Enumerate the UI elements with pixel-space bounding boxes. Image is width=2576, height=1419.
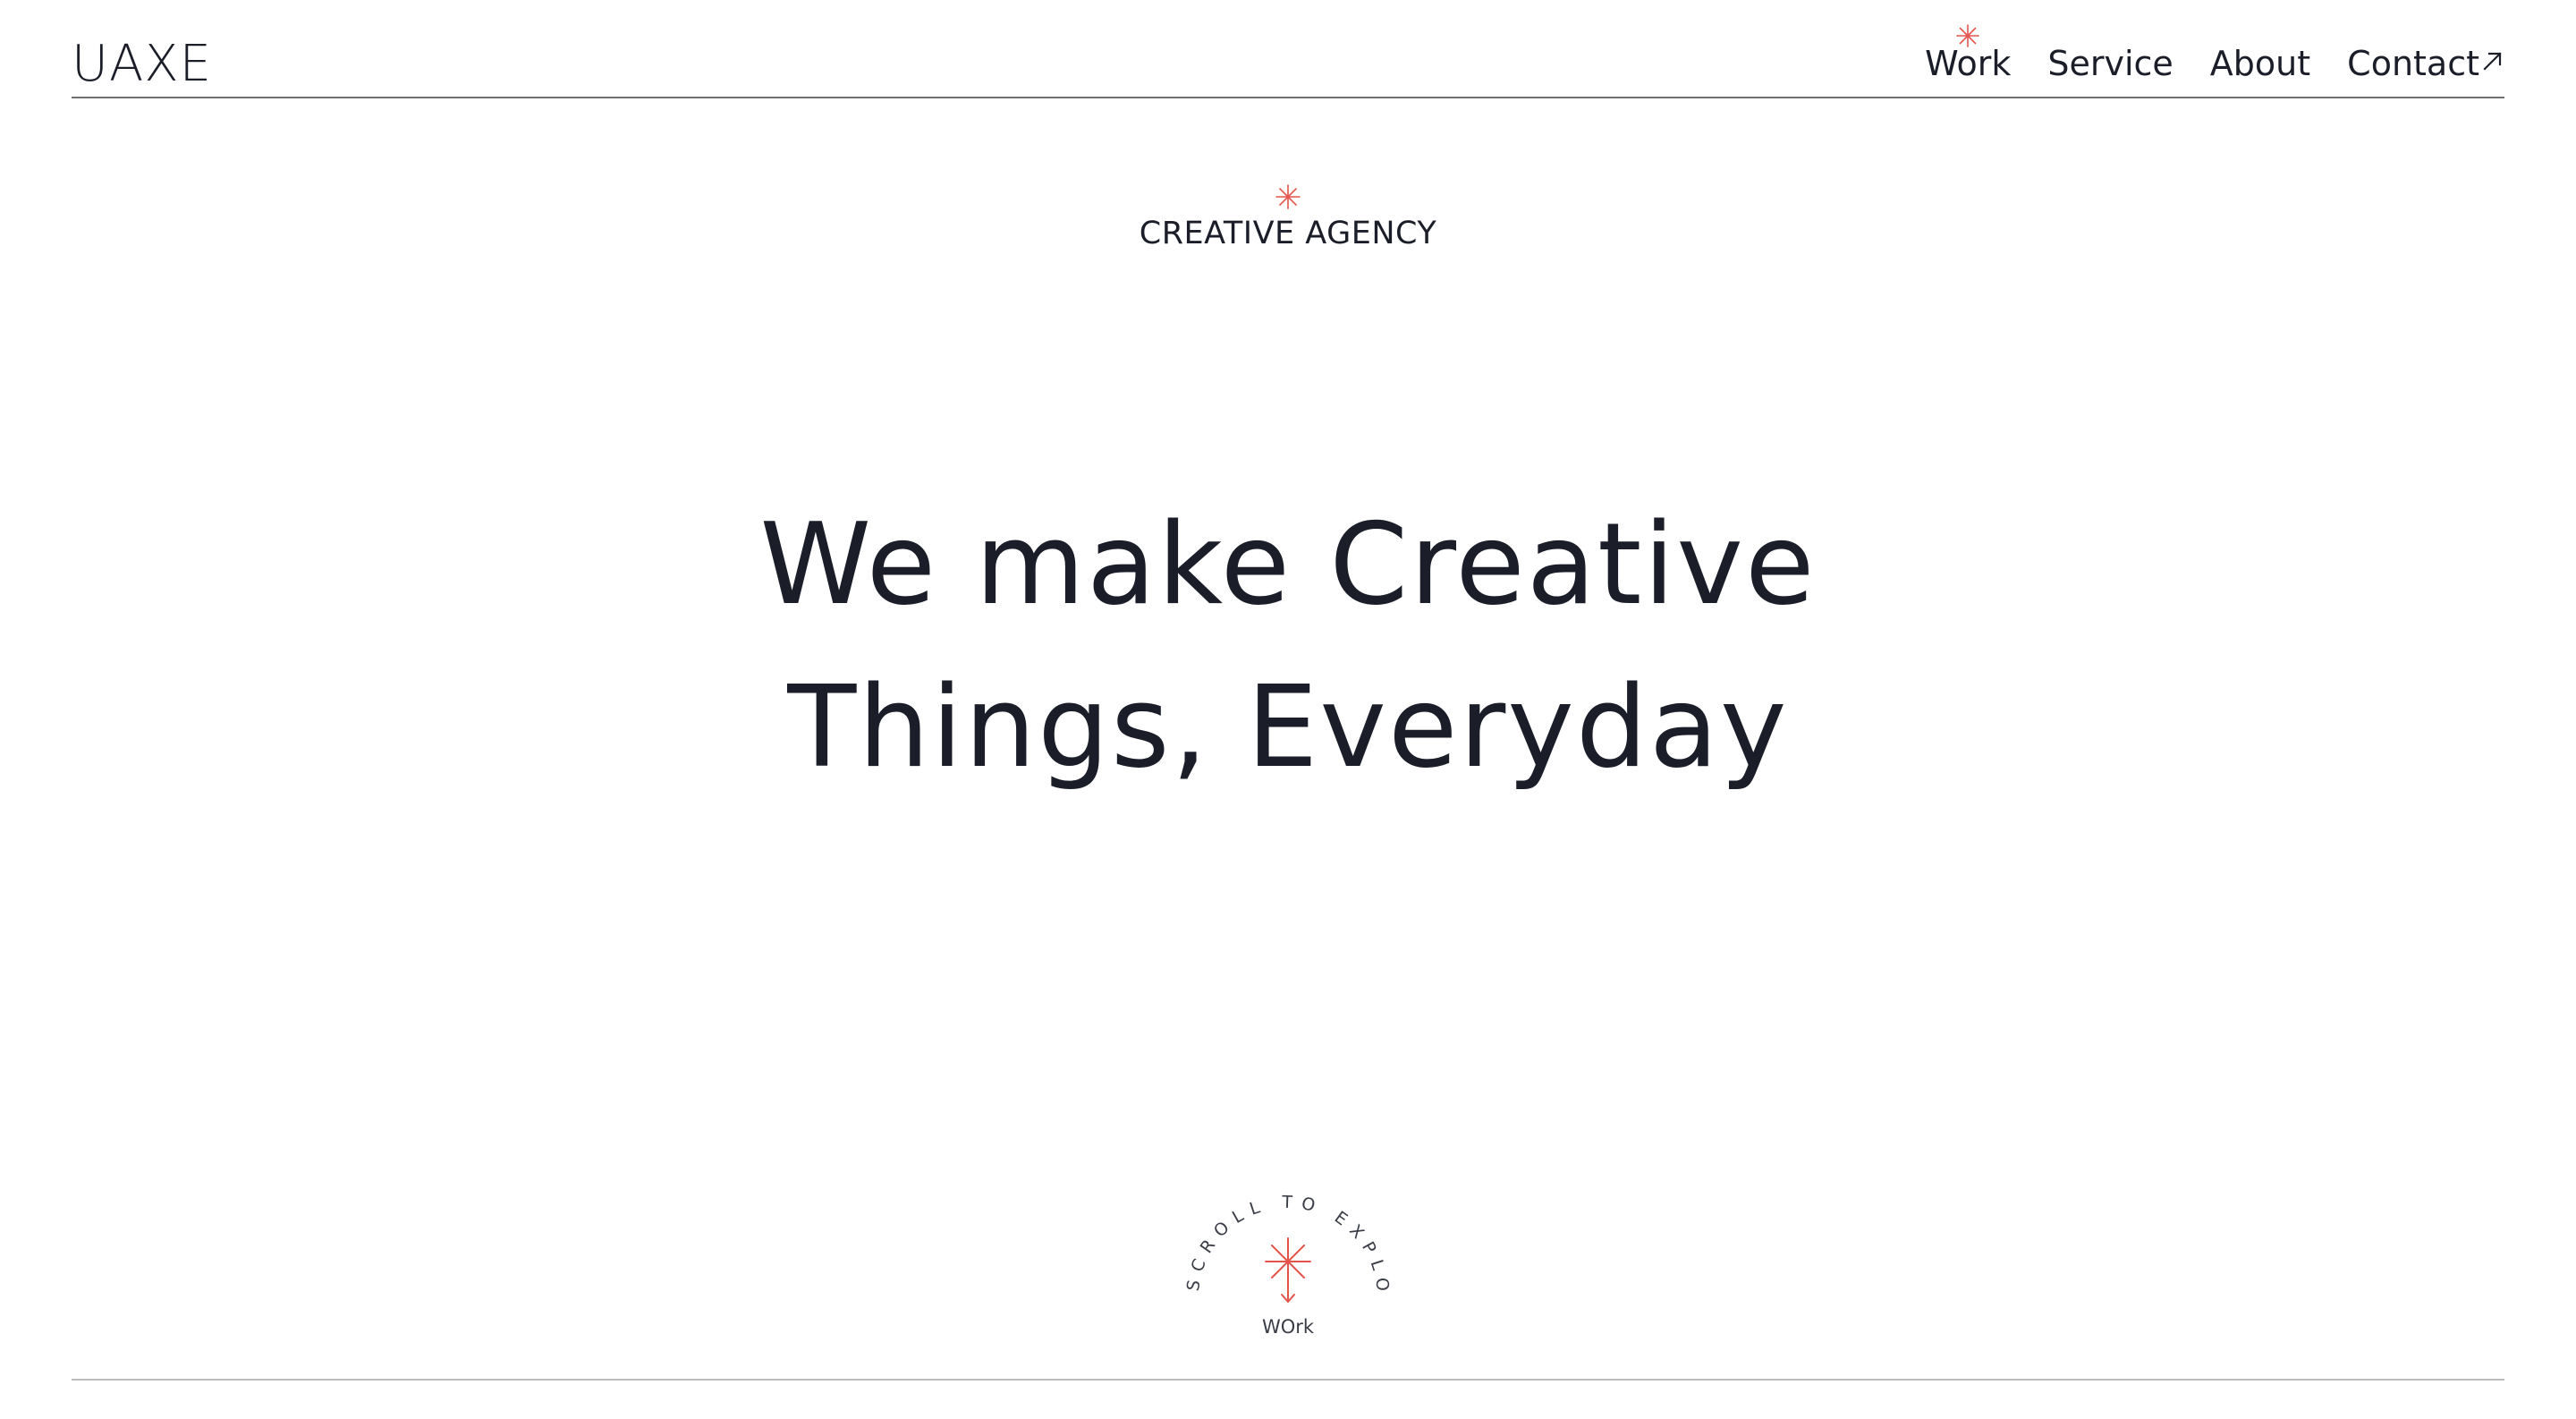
nav-item-label: Service xyxy=(2047,44,2174,83)
arrow-up-right-icon xyxy=(2483,52,2502,71)
bottom-divider xyxy=(72,1379,2504,1381)
hero-eyebrow: CREATIVE AGENCY xyxy=(0,183,2576,253)
nav-item-label: About xyxy=(2209,44,2311,83)
nav-item-label: Work xyxy=(1925,44,2012,83)
site-header: UAXE Work Service About Contact xyxy=(72,0,2504,98)
nav-item-about[interactable]: About xyxy=(2210,41,2310,86)
scroll-label: WOrk xyxy=(1261,1316,1315,1338)
hero-eyebrow-label: CREATIVE AGENCY xyxy=(1139,216,1437,251)
arrow-down-icon xyxy=(1265,1237,1311,1304)
nav-item-work[interactable]: Work xyxy=(1925,24,2012,86)
hero-headline: We make Creative Things, Everyday xyxy=(0,483,2576,809)
nav-item-service[interactable]: Service xyxy=(2047,41,2173,86)
nav-item-contact[interactable]: Contact xyxy=(2347,41,2504,86)
scroll-to-explore-button[interactable]: SCROLL TO EXPLORE WOrk xyxy=(1181,1172,1395,1342)
sparkle-icon xyxy=(1275,184,1301,209)
hero-headline-line-1: We make Creative xyxy=(759,498,1817,630)
sparkle-icon xyxy=(1956,24,1980,47)
hero-headline-line-2: Things, Everyday xyxy=(787,661,1789,793)
nav-item-label: Contact xyxy=(2347,44,2479,83)
main-nav: Work Service About Contact xyxy=(1925,24,2504,86)
scroll-circle-text: SCROLL TO EXPLORE xyxy=(1181,1172,1385,1300)
logo[interactable]: UAXE xyxy=(72,36,212,93)
svg-text:SCROLL TO EXPLORE: SCROLL TO EXPLORE xyxy=(1181,1172,1394,1300)
